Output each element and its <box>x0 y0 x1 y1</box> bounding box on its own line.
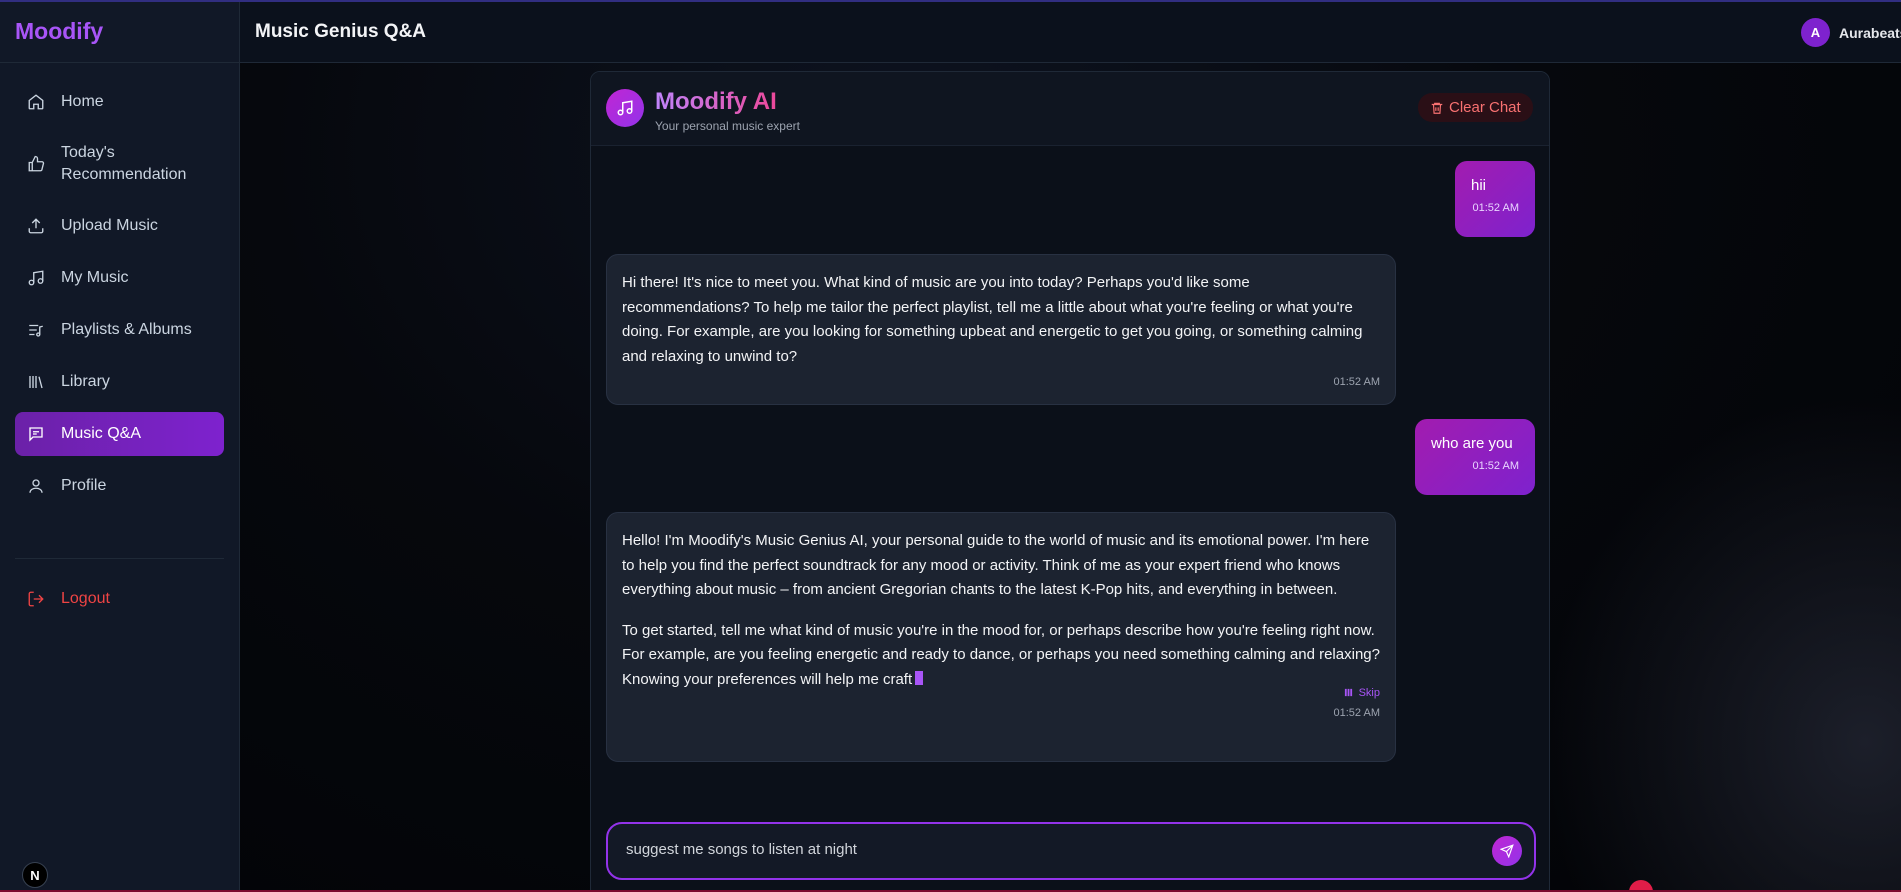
sidebar-item-label: Music Q&A <box>61 425 142 442</box>
sidebar-item-label: Profile <box>61 477 107 494</box>
sidebar-item-home[interactable]: Home <box>15 80 224 124</box>
streaming-text: To get started, tell me what kind of mus… <box>622 621 1380 688</box>
library-icon <box>27 373 45 391</box>
send-button[interactable] <box>1492 836 1522 866</box>
upload-icon <box>27 217 45 235</box>
trash-icon <box>1431 102 1443 114</box>
sidebar-item-label: Upload Music <box>61 217 158 234</box>
message-time: 01:52 AM <box>1333 376 1380 388</box>
clear-chat-label: Clear Chat <box>1449 99 1521 116</box>
typing-cursor <box>915 670 924 685</box>
sidebar-item-music-qa[interactable]: Music Q&A <box>15 412 224 456</box>
logout-label: Logout <box>61 590 110 607</box>
sidebar-item-my-music[interactable]: My Music <box>15 256 224 300</box>
chat-header: Moodify AI Your personal music expert Cl… <box>591 72 1549 146</box>
sidebar-item-label: Home <box>61 93 104 110</box>
message-text: Hi there! It's nice to meet you. What ki… <box>622 274 1363 365</box>
message-text: hii <box>1471 177 1487 194</box>
assistant-name: Moodify AI <box>655 88 777 115</box>
logout-icon <box>27 590 45 608</box>
sidebar-item-label: Library <box>61 373 110 390</box>
message-time: 01:52 AM <box>1472 202 1519 214</box>
sidebar-item-label: Today's Recommendation <box>61 144 187 183</box>
sidebar-item-profile[interactable]: Profile <box>15 464 224 508</box>
user-message: hii 01:52 AM <box>1455 161 1535 237</box>
music-note-icon <box>27 269 45 287</box>
user-message: who are you 01:52 AM <box>1415 419 1535 495</box>
message-text: who are you <box>1431 435 1513 452</box>
skip-label: Skip <box>1358 687 1380 699</box>
page-title: Music Genius Q&A <box>255 21 427 42</box>
logout-button[interactable]: Logout <box>15 577 224 621</box>
thumbs-up-icon <box>27 155 45 173</box>
chat-input[interactable] <box>626 841 1486 858</box>
chat-icon <box>27 425 45 443</box>
sidebar-item-label: My Music <box>61 269 129 286</box>
chat-input-bar <box>606 822 1536 880</box>
pause-icon <box>1344 688 1352 697</box>
sidebar-item-todays-recommendation[interactable]: Today's Recommendation <box>15 132 224 196</box>
username: Aurabeats <box>1839 24 1901 41</box>
dev-badge[interactable]: N <box>22 862 48 888</box>
user-menu[interactable]: A Aurabeats <box>1801 18 1901 47</box>
message-text-continued: To get started, tell me what kind of mus… <box>622 619 1380 693</box>
sidebar-nav: Home Today's Recommendation Upload Music… <box>0 63 239 508</box>
logo-area: Moodify <box>0 0 239 63</box>
assistant-subtitle: Your personal music expert <box>655 119 800 133</box>
home-icon <box>27 93 45 111</box>
assistant-message: Hi there! It's nice to meet you. What ki… <box>606 254 1396 405</box>
message-text: Hello! I'm Moodify's Music Genius AI, yo… <box>622 532 1370 598</box>
avatar[interactable]: A <box>1801 18 1830 47</box>
send-icon <box>1500 844 1514 858</box>
playlist-icon <box>27 321 45 339</box>
sidebar-item-playlists-albums[interactable]: Playlists & Albums <box>15 308 224 352</box>
music-note-icon <box>606 89 644 127</box>
message-list: hii 01:52 AM Hi there! It's nice to meet… <box>591 146 1549 876</box>
top-header: Music Genius Q&A A Aurabeats <box>240 0 1901 63</box>
app-logo[interactable]: Moodify <box>15 18 224 45</box>
sidebar-divider <box>15 558 224 559</box>
top-accent-line <box>0 0 1901 2</box>
sidebar-item-library[interactable]: Library <box>15 360 224 404</box>
sidebar: Moodify Home Today's Recommendation Uplo… <box>0 0 240 892</box>
chat-panel: Moodify AI Your personal music expert Cl… <box>590 71 1550 892</box>
assistant-message: Hello! I'm Moodify's Music Genius AI, yo… <box>606 512 1396 762</box>
clear-chat-button[interactable]: Clear Chat <box>1418 93 1533 122</box>
message-time: 01:52 AM <box>1333 707 1380 719</box>
user-icon <box>27 477 45 495</box>
sidebar-item-label: Playlists & Albums <box>61 321 192 338</box>
message-time: 01:52 AM <box>1472 460 1519 472</box>
sidebar-item-upload-music[interactable]: Upload Music <box>15 204 224 248</box>
